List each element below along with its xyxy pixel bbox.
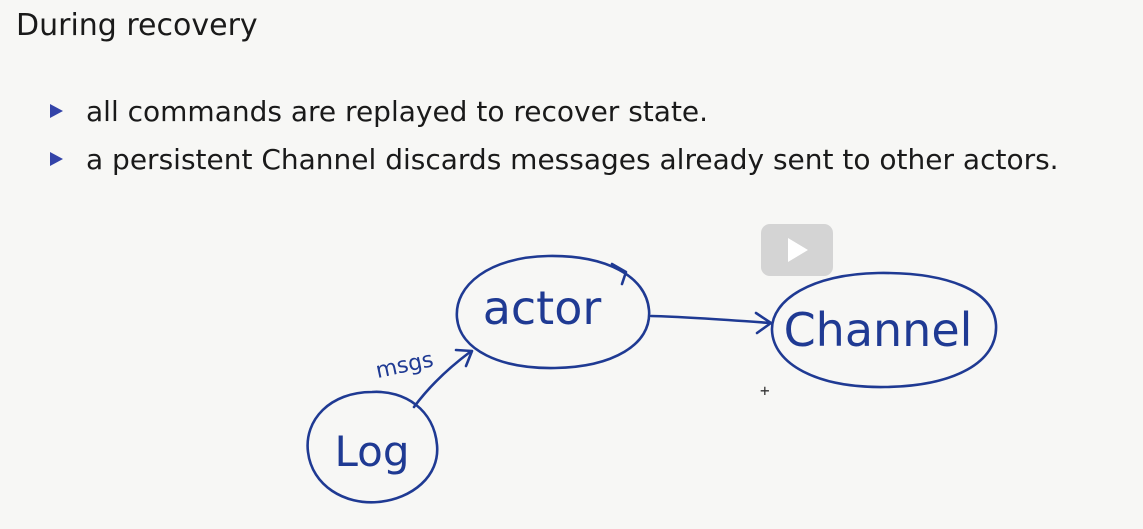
play-button[interactable] bbox=[761, 224, 833, 276]
log-label: Log bbox=[334, 427, 409, 476]
slide: During recovery all commands are replaye… bbox=[0, 0, 1143, 529]
actor-node: actor bbox=[455, 254, 651, 370]
log-to-actor-arrow: msgs bbox=[374, 347, 474, 409]
arrow-line bbox=[649, 314, 772, 325]
handwritten-diagram: Log actor Channel msgs bbox=[306, 254, 998, 504]
edge-label-msgs: msgs bbox=[374, 347, 436, 384]
channel-label: Channel bbox=[784, 303, 973, 357]
channel-node: Channel bbox=[770, 271, 998, 389]
actor-label: actor bbox=[483, 281, 602, 335]
log-node: Log bbox=[306, 390, 439, 504]
crosshair-cursor-icon: + bbox=[760, 381, 770, 400]
actor-to-channel-arrow bbox=[649, 311, 773, 335]
